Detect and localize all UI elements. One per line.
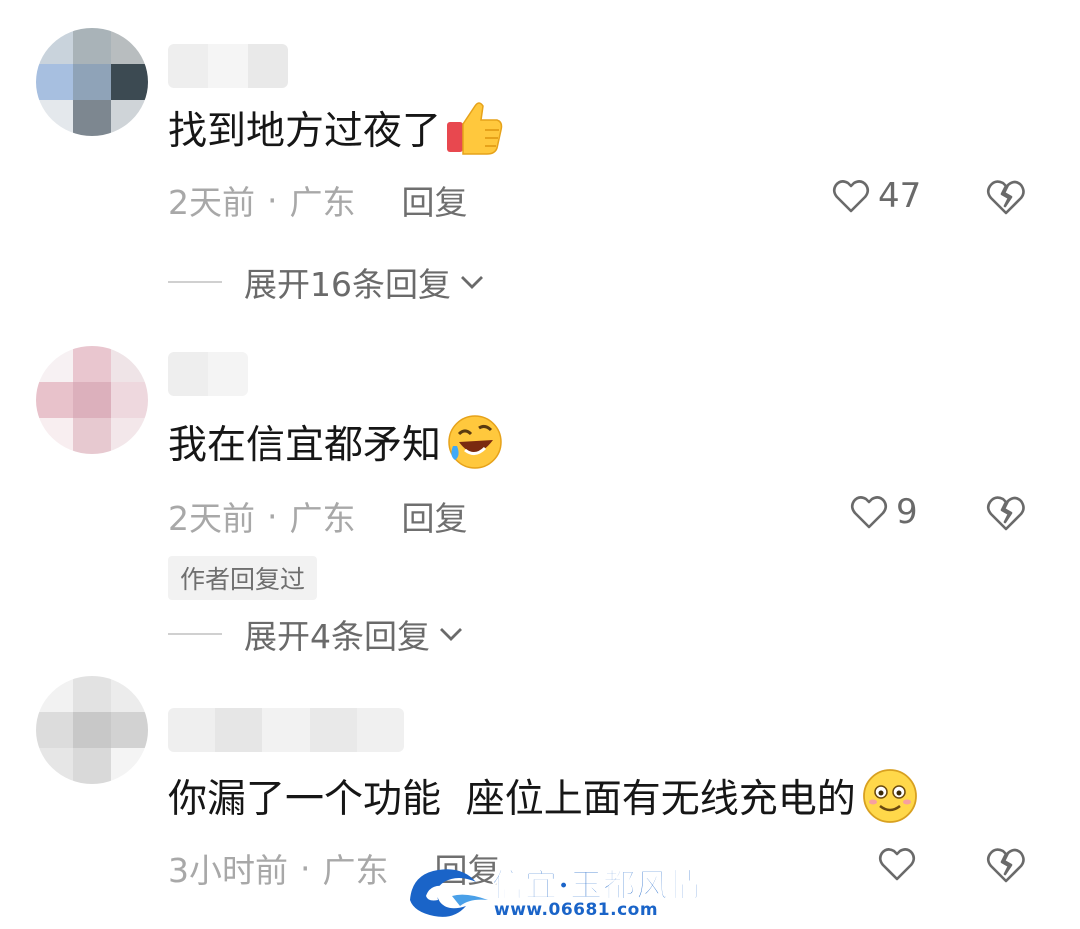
comment-text: 我在信宜都矛知 [168,423,442,468]
expand-replies-label: 展开4条回复 [244,617,430,656]
dislike-broken-heart-icon[interactable] [986,846,1026,884]
username-blurred[interactable] [168,44,288,88]
like-count: 47 [878,176,922,216]
comment-location: 广东 [322,851,389,890]
meta-separator: · [267,496,278,536]
expand-divider [168,281,222,283]
comment-text-row: 你漏了一个功能 座位上面有无线充电的 [168,766,920,826]
heart-icon [878,848,916,881]
watermark: 信宜·玉都风情 www.06681.com [404,856,702,926]
comment-text-row: 我在信宜都矛知 [168,412,505,472]
expand-replies-label: 展开16条回复 [244,265,451,304]
like-count: 9 [896,492,918,532]
chevron-down-icon [440,628,462,641]
username-blurred[interactable] [168,708,404,752]
comment-text: 你漏了一个功能 座位上面有无线充电的 [168,777,856,822]
like-button[interactable] [878,846,916,882]
rolling-laughing-icon [448,415,502,469]
expand-replies-button[interactable]: 展开16条回复 [168,258,485,306]
username-blurred[interactable] [168,352,248,396]
smiling-face-icon [862,769,917,823]
comment-text-row: 找到地方过夜了 [168,98,505,158]
comment-time: 2天前 [168,499,255,538]
heart-icon [832,180,870,213]
comment-time: 3小时前 [168,851,288,890]
dislike-broken-heart-icon[interactable] [986,494,1026,532]
comment-location: 广东 [289,183,356,222]
author-replied-badge: 作者回复过 [168,556,318,600]
chevron-down-icon [461,276,483,289]
comment-text: 找到地方过夜了 [168,109,442,154]
comment-location: 广东 [289,499,356,538]
avatar[interactable] [36,346,148,454]
meta-separator: · [300,848,311,888]
meta-separator: · [267,180,278,220]
thumbs-up-icon [447,102,503,155]
watermark-url: www.06681.com [494,900,659,920]
expand-replies-button[interactable]: 展开4条回复 [168,610,464,658]
reply-button[interactable]: 回复 [402,176,468,224]
comment-meta: 2天前 · 广东 回复 [168,176,468,224]
reply-button[interactable]: 回复 [402,492,468,540]
comment-meta: 2天前 · 广东 回复 [168,492,468,540]
avatar[interactable] [36,676,148,784]
wave-logo-icon [410,869,488,917]
comment-time: 2天前 [168,183,255,222]
avatar[interactable] [36,28,148,136]
like-button[interactable]: 9 [850,492,918,532]
dislike-broken-heart-icon[interactable] [986,178,1026,216]
like-button[interactable]: 47 [832,176,921,216]
expand-divider [168,633,222,635]
heart-icon [850,496,888,529]
